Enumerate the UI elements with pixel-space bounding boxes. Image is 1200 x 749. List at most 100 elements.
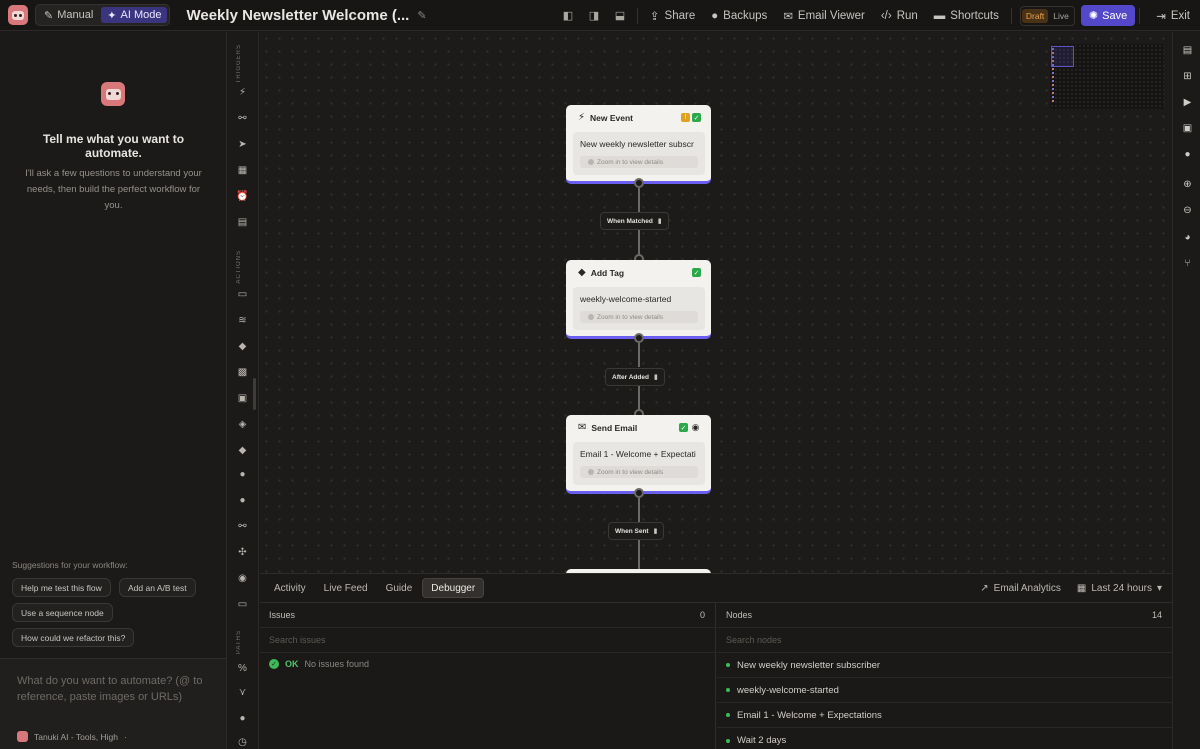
suggestion-chip[interactable]: How could we refactor this?: [12, 628, 135, 647]
ai-subtext: I'll ask a few questions to understand y…: [25, 168, 202, 211]
webhook-icon[interactable]: ⚯: [236, 112, 249, 125]
nodes-search-input[interactable]: [726, 635, 1026, 645]
live-status-option[interactable]: Live: [1049, 9, 1073, 23]
document-icon[interactable]: ▤: [1181, 44, 1194, 57]
layers-icon[interactable]: ◈: [236, 418, 249, 431]
share-nodes-icon[interactable]: ⚯: [236, 520, 249, 533]
suggestion-chip[interactable]: Help me test this flow: [12, 578, 111, 597]
bottom-panel-actions: ↗ Email Analytics ▦ Last 24 hours ▾: [980, 578, 1162, 598]
discord-icon[interactable]: ◉: [236, 572, 249, 585]
layout-right-icon[interactable]: ◨: [581, 6, 607, 26]
tab-debugger[interactable]: Debugger: [422, 578, 485, 598]
split-icon[interactable]: ⋎: [236, 686, 249, 699]
issues-search-input[interactable]: [269, 635, 569, 645]
lightning-icon[interactable]: ⚡: [236, 86, 249, 99]
workflow-title[interactable]: Weekly Newsletter Welcome (...: [186, 7, 409, 24]
tab-live-feed[interactable]: Live Feed: [316, 578, 376, 598]
edge-handle[interactable]: [634, 333, 644, 343]
model-selector[interactable]: Tanuki AI - Tools, High ·: [17, 731, 127, 742]
node-list-item[interactable]: New weekly newsletter subscriber: [717, 653, 1172, 678]
run-button[interactable]: ‹/› Run: [873, 6, 926, 26]
node-list-label: weekly-welcome-started: [737, 684, 839, 696]
node-list-item[interactable]: Wait 2 days: [717, 728, 1172, 749]
inbox-icon[interactable]: ▭: [236, 288, 249, 301]
shortcuts-button[interactable]: ▬ Shortcuts: [926, 6, 1007, 26]
percent-icon[interactable]: %: [236, 662, 249, 675]
ai-mode-button[interactable]: ✦ AI Mode: [101, 7, 168, 23]
trash-icon[interactable]: ▮: [654, 373, 658, 381]
trash-icon[interactable]: ▮: [658, 217, 662, 225]
save-button[interactable]: ✺ Save: [1080, 5, 1136, 26]
comment-icon[interactable]: ●: [1181, 148, 1194, 161]
edge-label-when-sent[interactable]: When Sent ▮: [608, 522, 665, 540]
cursor-icon[interactable]: ➤: [236, 138, 249, 151]
zoom-out-icon[interactable]: ⊖: [1181, 204, 1194, 217]
edge-label-when-matched[interactable]: When Matched ▮: [600, 212, 669, 230]
email-icon: ✉: [783, 10, 793, 23]
calendar-icon[interactable]: ▦: [236, 164, 249, 177]
group-icon[interactable]: ●: [236, 712, 249, 725]
app-logo[interactable]: [8, 5, 28, 25]
backups-button[interactable]: ● Backups: [703, 6, 775, 26]
manual-mode-button[interactable]: ✎ Manual: [38, 7, 99, 23]
layout-left-icon[interactable]: ◧: [555, 6, 581, 26]
tag-icon[interactable]: ◆: [236, 340, 249, 353]
share-button[interactable]: ⇪ Share: [642, 6, 703, 26]
email-action-icon[interactable]: ▭: [236, 598, 249, 611]
exit-button[interactable]: ⇥ Exit: [1144, 9, 1200, 23]
eye-icon[interactable]: ◉: [690, 422, 701, 432]
nodes-header: Nodes 14: [717, 603, 1172, 628]
issues-status-label: OK: [285, 659, 299, 669]
node-list-item[interactable]: Email 1 - Welcome + Expectations: [717, 703, 1172, 728]
palette-section-triggers: TRIGGERS: [236, 44, 242, 84]
minimap-viewport[interactable]: [1051, 46, 1074, 67]
workflow-node-add-tag[interactable]: ◆ Add Tag ✓ weekly-welcome-started Zoom …: [566, 260, 711, 338]
minimap[interactable]: [1050, 44, 1164, 110]
suggestion-chip[interactable]: Use a sequence node: [12, 603, 113, 622]
app-root: ✎ Manual ✦ AI Mode Weekly Newsletter Wel…: [0, 0, 1200, 749]
time-range-select[interactable]: ▦ Last 24 hours ▾: [1077, 583, 1162, 594]
node-list-item[interactable]: weekly-welcome-started: [717, 678, 1172, 703]
layout-bottom-icon[interactable]: ⬓: [607, 6, 633, 26]
workflow-node-send-email[interactable]: ✉ Send Email ✓ ◉ Email 1 - Welcome + Exp…: [566, 415, 711, 493]
email-viewer-button[interactable]: ✉ Email Viewer: [775, 6, 873, 26]
clock-icon[interactable]: ◷: [236, 736, 249, 749]
draft-status-option[interactable]: Draft: [1021, 8, 1049, 23]
edit-title-icon[interactable]: ✎: [417, 9, 426, 22]
check-icon: ✓: [679, 423, 688, 432]
share-label: Share: [664, 9, 696, 22]
model-logo-icon: [17, 731, 28, 742]
user-edit-icon[interactable]: ●: [236, 494, 249, 507]
grid-layout-icon[interactable]: ⊞: [1181, 70, 1194, 83]
palette-icon[interactable]: ◕: [1181, 231, 1194, 244]
image-icon[interactable]: ▣: [1181, 122, 1194, 135]
alarm-icon[interactable]: ⏰: [236, 190, 249, 203]
card-icon[interactable]: ▣: [236, 392, 249, 405]
user-icon[interactable]: ●: [236, 468, 249, 481]
suggestion-chip[interactable]: Add an A/B test: [119, 578, 196, 597]
workflow-node-new-event[interactable]: ⚡ New Event ! ✓ New weekly newsletter su…: [566, 105, 711, 183]
grid-icon[interactable]: ▩: [236, 366, 249, 379]
tag-remove-icon[interactable]: ◆: [236, 444, 249, 457]
slack-icon[interactable]: ✣: [236, 546, 249, 559]
node-hint-label: Zoom in to view details: [597, 158, 664, 166]
node-list-label: Email 1 - Welcome + Expectations: [737, 709, 882, 721]
branch-icon[interactable]: ⑂: [1181, 257, 1194, 270]
edge-handle[interactable]: [634, 488, 644, 498]
zoom-in-icon[interactable]: ⊕: [1181, 178, 1194, 191]
external-link-icon: ↗: [980, 582, 989, 594]
prompt-input[interactable]: [17, 673, 212, 709]
video-icon[interactable]: ▶: [1181, 96, 1194, 109]
email-analytics-button[interactable]: ↗ Email Analytics: [980, 583, 1061, 594]
tab-activity[interactable]: Activity: [266, 578, 314, 598]
palette-scrollbar[interactable]: [253, 378, 256, 410]
edge-label-after-added[interactable]: After Added ▮: [605, 368, 665, 386]
email-viewer-label: Email Viewer: [797, 9, 865, 22]
workflow-canvas[interactable]: ⚡ New Event ! ✓ New weekly newsletter su…: [260, 32, 1172, 573]
issues-title: Issues: [269, 610, 296, 620]
edge-handle[interactable]: [634, 178, 644, 188]
trash-icon[interactable]: ▮: [654, 527, 658, 535]
table-icon[interactable]: ▤: [236, 216, 249, 229]
tab-guide[interactable]: Guide: [378, 578, 421, 598]
database-icon[interactable]: ≋: [236, 314, 249, 327]
